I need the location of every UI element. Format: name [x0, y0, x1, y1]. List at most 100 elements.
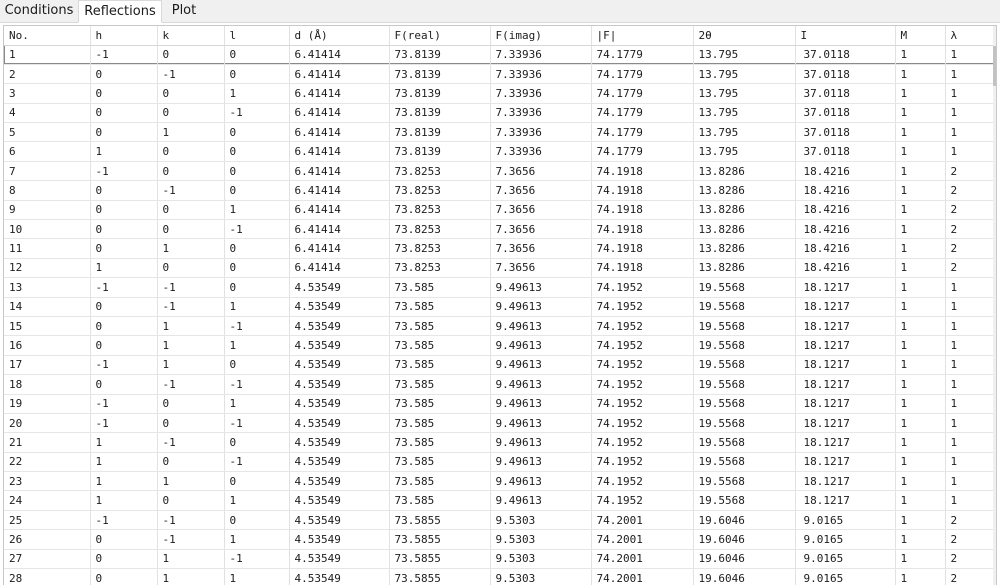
table-row[interactable]: 19 -1 0 1 4.53549 73.585 9.49613 74.1952 19.5568… [4, 394, 996, 414]
cell-multiplicity: 1 [895, 297, 946, 317]
cell-f-real: 73.8253 [389, 258, 491, 279]
cell-no: 23 [4, 471, 91, 492]
table-row[interactable]: 17 -1 1 0 4.53549 73.585 9.49613 74.1952 19.5568… [4, 355, 996, 376]
cell-l: 0 [224, 432, 290, 453]
table-row[interactable]: 23 1 1 0 4.53549 73.585 9.49613 74.1952 19.5568 1… [4, 471, 996, 492]
tab-conditions[interactable]: Conditions [0, 0, 78, 21]
column-header-wavelength[interactable]: λ [945, 26, 996, 46]
cell-intensity: 18.1217 [795, 297, 896, 317]
cell-multiplicity: 1 [895, 161, 946, 182]
cell-k: 0 [157, 394, 225, 414]
cell-d: 4.53549 [289, 394, 390, 414]
table-row[interactable]: 24 1 0 1 4.53549 73.585 9.49613 74.1952 19.5568 1… [4, 490, 996, 511]
cell-h: 0 [90, 335, 158, 356]
column-header-d-spacing[interactable]: d (Å) [289, 26, 390, 46]
table-row[interactable]: 26 0 -1 1 4.53549 73.5855 9.5303 74.2001 19.6046… [4, 529, 996, 550]
cell-l: -1 [224, 452, 290, 473]
column-header-l[interactable]: l [224, 26, 290, 46]
table-row[interactable]: 1 -1 0 0 6.41414 73.8139 7.33936 74.1779 13.795 3… [4, 45, 996, 65]
cell-f-imag: 9.49613 [490, 413, 592, 434]
cell-no: 9 [4, 200, 91, 221]
scrollbar-thumb[interactable] [993, 46, 996, 86]
column-header-h[interactable]: h [90, 26, 158, 46]
table-row[interactable]: 21 1 -1 0 4.53549 73.585 9.49613 74.1952 19.5568… [4, 432, 996, 453]
tab-reflections[interactable]: Reflections [78, 0, 162, 23]
cell-multiplicity: 1 [895, 355, 946, 376]
cell-no: 22 [4, 452, 91, 473]
table-row[interactable]: 9 0 0 1 6.41414 73.8253 7.3656 74.1918 13.8286 18… [4, 200, 996, 221]
table-row[interactable]: 20 -1 0 -1 4.53549 73.585 9.49613 74.1952 19.556… [4, 413, 996, 434]
table-row[interactable]: 3 0 0 1 6.41414 73.8139 7.33936 74.1779 13.795 37… [4, 83, 996, 104]
cell-two-theta: 13.795 [693, 45, 796, 65]
column-header-f-abs[interactable]: |F| [591, 26, 694, 46]
table-row[interactable]: 6 1 0 0 6.41414 73.8139 7.33936 74.1779 13.795 37… [4, 141, 996, 162]
cell-k: -1 [157, 510, 225, 531]
column-header-f-imag[interactable]: F(imag) [490, 26, 592, 46]
table-row[interactable]: 27 0 1 -1 4.53549 73.5855 9.5303 74.2001 19.6046… [4, 549, 996, 570]
cell-d: 6.41414 [289, 200, 390, 221]
cell-f-imag: 9.5303 [490, 510, 592, 531]
table-row[interactable]: 7 -1 0 0 6.41414 73.8253 7.3656 74.1918 13.8286 1… [4, 161, 996, 182]
cell-two-theta: 19.6046 [693, 510, 796, 531]
cell-intensity: 37.0118 [795, 103, 896, 124]
table-row[interactable]: 22 1 0 -1 4.53549 73.585 9.49613 74.1952 19.5568… [4, 452, 996, 473]
cell-wavelength: 1 [945, 490, 996, 511]
cell-wavelength: 2 [945, 510, 996, 531]
cell-intensity: 18.1217 [795, 277, 896, 298]
table-row[interactable]: 5 0 1 0 6.41414 73.8139 7.33936 74.1779 13.795 37… [4, 122, 996, 143]
cell-intensity: 18.1217 [795, 335, 896, 356]
cell-no: 19 [4, 394, 91, 414]
cell-f-imag: 9.49613 [490, 471, 592, 492]
table-row[interactable]: 4 0 0 -1 6.41414 73.8139 7.33936 74.1779 13.795 3… [4, 103, 996, 124]
column-header-no[interactable]: No. [4, 26, 91, 46]
cell-no: 5 [4, 122, 91, 143]
table-row[interactable]: 11 0 1 0 6.41414 73.8253 7.3656 74.1918 13.8286 1… [4, 238, 996, 259]
cell-multiplicity: 1 [895, 238, 946, 259]
table-row[interactable]: 18 0 -1 -1 4.53549 73.585 9.49613 74.1952 19.556… [4, 374, 996, 395]
cell-intensity: 18.1217 [795, 490, 896, 511]
cell-wavelength: 2 [945, 200, 996, 221]
cell-f-real: 73.5855 [389, 549, 491, 570]
cell-wavelength: 2 [945, 238, 996, 259]
cell-intensity: 18.1217 [795, 316, 896, 337]
vertical-scrollbar[interactable] [993, 26, 996, 585]
column-header-two-theta[interactable]: 2θ [693, 26, 796, 46]
cell-wavelength: 1 [945, 374, 996, 395]
cell-f-imag: 9.49613 [490, 335, 592, 356]
cell-d: 6.41414 [289, 161, 390, 182]
table-row[interactable]: 28 0 1 1 4.53549 73.5855 9.5303 74.2001 19.6046 9… [4, 568, 996, 585]
cell-no: 16 [4, 335, 91, 356]
cell-f-real: 73.585 [389, 490, 491, 511]
column-header-f-real[interactable]: F(real) [389, 26, 491, 46]
tab-plot[interactable]: Plot [162, 0, 206, 21]
table-row[interactable]: 12 1 0 0 6.41414 73.8253 7.3656 74.1918 13.8286 1… [4, 258, 996, 279]
cell-intensity: 18.1217 [795, 452, 896, 473]
cell-f-real: 73.585 [389, 355, 491, 376]
table-row[interactable]: 14 0 -1 1 4.53549 73.585 9.49613 74.1952 19.5568… [4, 297, 996, 317]
column-header-k[interactable]: k [157, 26, 225, 46]
cell-l: 1 [224, 297, 290, 317]
table-row[interactable]: 10 0 0 -1 6.41414 73.8253 7.3656 74.1918 13.8286… [4, 219, 996, 240]
cell-k: 1 [157, 471, 225, 492]
cell-d: 6.41414 [289, 122, 390, 143]
cell-f-real: 73.8139 [389, 141, 491, 162]
cell-h: 0 [90, 83, 158, 104]
table-row[interactable]: 15 0 1 -1 4.53549 73.585 9.49613 74.1952 19.5568… [4, 316, 996, 337]
column-header-multiplicity[interactable]: M [895, 26, 946, 46]
table-row[interactable]: 2 0 -1 0 6.41414 73.8139 7.33936 74.1779 13.795 3… [4, 64, 996, 85]
cell-k: 1 [157, 238, 225, 259]
cell-f-imag: 9.5303 [490, 549, 592, 570]
table-row[interactable]: 8 0 -1 0 6.41414 73.8253 7.3656 74.1918 13.8286 1… [4, 180, 996, 201]
table-row[interactable]: 16 0 1 1 4.53549 73.585 9.49613 74.1952 19.5568 1… [4, 335, 996, 356]
cell-h: -1 [90, 510, 158, 531]
table-row[interactable]: 13 -1 -1 0 4.53549 73.585 9.49613 74.1952 19.556… [4, 277, 996, 298]
cell-no: 10 [4, 219, 91, 240]
table-header-row: No. h k l d (Å) F(real) F(imag) |F| 2θ I… [4, 26, 996, 46]
cell-wavelength: 1 [945, 452, 996, 473]
column-header-intensity[interactable]: I [795, 26, 896, 46]
cell-f-abs: 74.1779 [591, 45, 694, 65]
cell-two-theta: 19.5568 [693, 277, 796, 298]
cell-h: -1 [90, 413, 158, 434]
table-row[interactable]: 25 -1 -1 0 4.53549 73.5855 9.5303 74.2001 19.604… [4, 510, 996, 531]
cell-d: 4.53549 [289, 335, 390, 356]
